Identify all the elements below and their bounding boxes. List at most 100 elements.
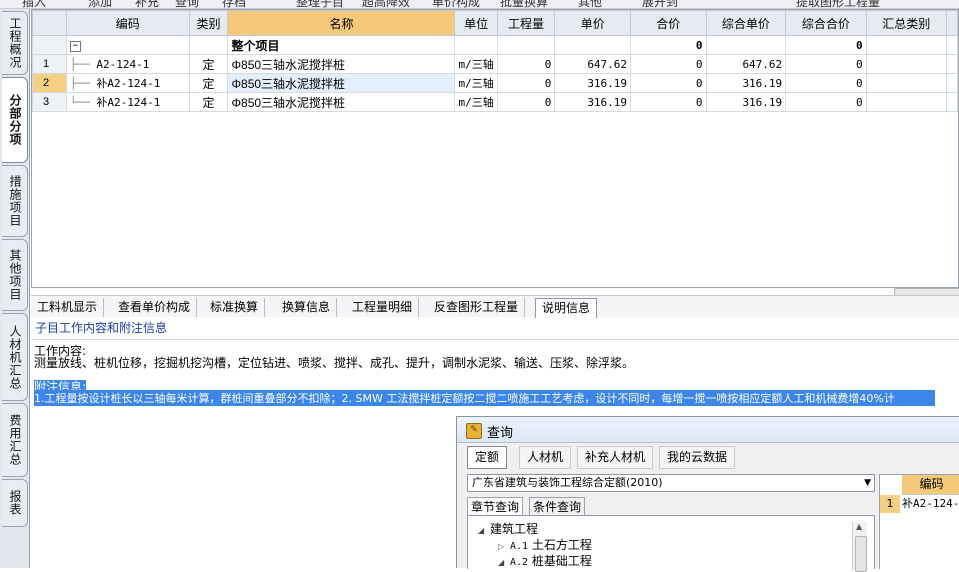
- dialog-titlebar[interactable]: ✎ 查询: [457, 417, 959, 443]
- tab-labor-material-summary[interactable]: 人材机汇总: [2, 313, 28, 401]
- cell-unit-price[interactable]: 316.19: [554, 92, 632, 112]
- dialog-tab-supplement-labor-material[interactable]: 补充人材机: [577, 446, 654, 469]
- tree-node-building[interactable]: ◢ 建筑工程: [478, 520, 538, 537]
- cell-unit[interactable]: m/三轴: [454, 73, 498, 93]
- cell-quantity[interactable]: 0: [496, 73, 556, 93]
- col-header-unit[interactable]: 单位: [454, 10, 498, 36]
- row-number[interactable]: 1: [32, 54, 67, 74]
- toolbar-add-button[interactable]: 添加: [88, 0, 112, 8]
- cell-summary-type[interactable]: [865, 92, 947, 112]
- col-header-composite-total[interactable]: 综合合价: [785, 10, 867, 36]
- query-dialog: ✎ 查询 定额 人材机 补充人材机 我的云数据 广东省建筑与装饰工程综合定额(2…: [456, 416, 959, 572]
- tab-standard-conversion[interactable]: 标准换算: [204, 298, 266, 317]
- tab-other-items[interactable]: 其他项目: [2, 239, 28, 311]
- dialog-tab-quota[interactable]: 定额: [467, 446, 508, 469]
- cell-code[interactable]: └── 补A2-124-1: [65, 92, 190, 112]
- tab-description-info[interactable]: 说明信息: [535, 298, 598, 318]
- cell-name[interactable]: Φ850三轴水泥搅拌桩: [227, 73, 456, 93]
- toolbar-expand-button[interactable]: 展开到: [642, 0, 678, 8]
- cell-unit[interactable]: m/三轴: [454, 54, 498, 74]
- cell-type[interactable]: 定: [188, 54, 229, 74]
- cell-unit-price[interactable]: 316.19: [554, 73, 632, 93]
- col-header-name[interactable]: 名称: [227, 10, 456, 36]
- col-header-composite-price[interactable]: 综合单价: [705, 10, 787, 36]
- table-row[interactable]: 1 ├── A2-124-1 定 Φ850三轴水泥搅拌桩 m/三轴 0 647.…: [32, 54, 958, 74]
- tab-sections[interactable]: 分部分项: [2, 77, 28, 163]
- row-number[interactable]: 3: [32, 92, 67, 112]
- toolbar-price-composition-button[interactable]: 单价构成: [432, 0, 480, 8]
- quota-library-select[interactable]: 广东省建筑与装饰工程综合定额(2010) ▼: [467, 474, 875, 492]
- chapter-tree[interactable]: ◢ 建筑工程 ▷ A.1 土石方工程 ◢ A.2 桩基础工程 ▲: [467, 515, 875, 572]
- result-header-code[interactable]: 编码: [902, 475, 959, 495]
- col-header-total[interactable]: 合价: [630, 10, 707, 36]
- col-header-unit-price[interactable]: 单价: [554, 10, 632, 36]
- cell-composite-price[interactable]: 647.62: [705, 54, 787, 74]
- tab-labor-material-display[interactable]: 工料机显示: [31, 298, 105, 317]
- tree-vertical-scrollbar[interactable]: ▲: [852, 522, 867, 572]
- dropdown-arrow-icon[interactable]: ▼: [864, 475, 871, 491]
- toolbar-query-button[interactable]: 查询: [175, 0, 199, 8]
- cell-quantity[interactable]: 0: [496, 92, 556, 112]
- toolbar-other-button[interactable]: 其他: [578, 0, 602, 8]
- cell-total[interactable]: 0: [630, 73, 707, 93]
- table-header-row: 编码 类别 名称 单位 工程量 单价 合价 综合单价 综合合价 汇总类别: [32, 10, 958, 36]
- table-row[interactable]: 3 └── 补A2-124-1 定 Φ850三轴水泥搅拌桩 m/三轴 0 316…: [32, 92, 958, 112]
- row-number[interactable]: 2: [32, 73, 67, 93]
- cell-total[interactable]: 0: [630, 92, 707, 112]
- group-row[interactable]: − 整个项目 0 0: [32, 35, 958, 55]
- cell-code[interactable]: ├── 补A2-124-1: [65, 73, 190, 93]
- horizontal-scrollbar[interactable]: [894, 287, 959, 296]
- toolbar-archive-button[interactable]: 存档: [222, 0, 246, 8]
- cell-code[interactable]: ├── A2-124-1: [65, 54, 190, 74]
- toolbar-extract-quantity-button[interactable]: 提取图形工程量: [796, 0, 880, 8]
- toolbar-insert-button[interactable]: 插入: [22, 0, 46, 8]
- col-header-summary-type[interactable]: 汇总类别: [865, 10, 947, 36]
- cell-composite-total[interactable]: 0: [785, 73, 867, 93]
- toolbar-supplement-button[interactable]: 补充: [135, 0, 159, 8]
- tab-reports[interactable]: 报表: [2, 479, 28, 527]
- tab-project-overview[interactable]: 工程概况: [2, 11, 28, 75]
- toolbar-organize-button[interactable]: 整理子目: [296, 0, 344, 8]
- cell-composite-total[interactable]: 0: [785, 92, 867, 112]
- table-row[interactable]: 2 ├── 补A2-124-1 定 Φ850三轴水泥搅拌桩 m/三轴 0 316…: [32, 73, 958, 93]
- scroll-up-icon[interactable]: ▲: [856, 522, 862, 531]
- result-row-code[interactable]: 补A2-124-: [902, 495, 959, 513]
- tree-node-pile-foundation[interactable]: ◢ A.2 桩基础工程: [498, 552, 592, 569]
- cell-composite-price[interactable]: 316.19: [705, 73, 787, 93]
- tab-conversion-info[interactable]: 换算信息: [276, 298, 338, 317]
- cell-name[interactable]: Φ850三轴水泥搅拌桩: [227, 92, 456, 112]
- cell-total[interactable]: 0: [630, 54, 707, 74]
- cell-composite-price[interactable]: 316.19: [705, 92, 787, 112]
- tab-quantity-details[interactable]: 工程量明细: [346, 298, 420, 317]
- scrollbar-thumb[interactable]: [855, 536, 867, 572]
- dialog-tab-my-cloud-data[interactable]: 我的云数据: [659, 446, 736, 469]
- dialog-tab-labor-material[interactable]: 人材机: [519, 446, 572, 469]
- tab-reverse-lookup-quantity[interactable]: 反查图形工程量: [428, 298, 526, 317]
- subtab-chapter-query[interactable]: 章节查询: [467, 497, 524, 517]
- tree-collapsed-icon[interactable]: ▷: [498, 542, 510, 551]
- result-grid: 编码 1 补A2-124-: [879, 474, 959, 569]
- col-header-type[interactable]: 类别: [188, 10, 229, 36]
- result-row-number[interactable]: 1: [880, 495, 900, 513]
- toolbar-height-reduction-button[interactable]: 超高降效: [362, 0, 410, 8]
- toolbar-batch-convert-button[interactable]: 批量换算: [500, 0, 548, 8]
- cell-composite-total[interactable]: 0: [785, 54, 867, 74]
- col-header-quantity[interactable]: 工程量: [496, 10, 556, 36]
- cell-type[interactable]: 定: [188, 92, 229, 112]
- cell-summary-type[interactable]: [865, 54, 947, 74]
- cell-quantity[interactable]: 0: [496, 54, 556, 74]
- tab-unit-price-composition[interactable]: 查看单价构成: [112, 298, 198, 317]
- tree-expanded-icon[interactable]: ◢: [498, 558, 510, 567]
- cell-summary-type[interactable]: [865, 73, 947, 93]
- tab-measures[interactable]: 措施项目: [2, 165, 28, 237]
- tab-cost-summary[interactable]: 费用汇总: [2, 403, 28, 477]
- cell-unit[interactable]: m/三轴: [454, 92, 498, 112]
- cell-name[interactable]: Φ850三轴水泥搅拌桩: [227, 54, 456, 74]
- cell-unit-price[interactable]: 647.62: [554, 54, 632, 74]
- col-header-code[interactable]: 编码: [65, 10, 190, 36]
- cell-type[interactable]: 定: [188, 73, 229, 93]
- subtab-condition-query[interactable]: 条件查询: [529, 497, 586, 517]
- tree-node-earthwork[interactable]: ▷ A.1 土石方工程: [498, 536, 592, 553]
- collapse-toggle[interactable]: −: [69, 41, 81, 52]
- tree-expanded-icon[interactable]: ◢: [478, 526, 490, 535]
